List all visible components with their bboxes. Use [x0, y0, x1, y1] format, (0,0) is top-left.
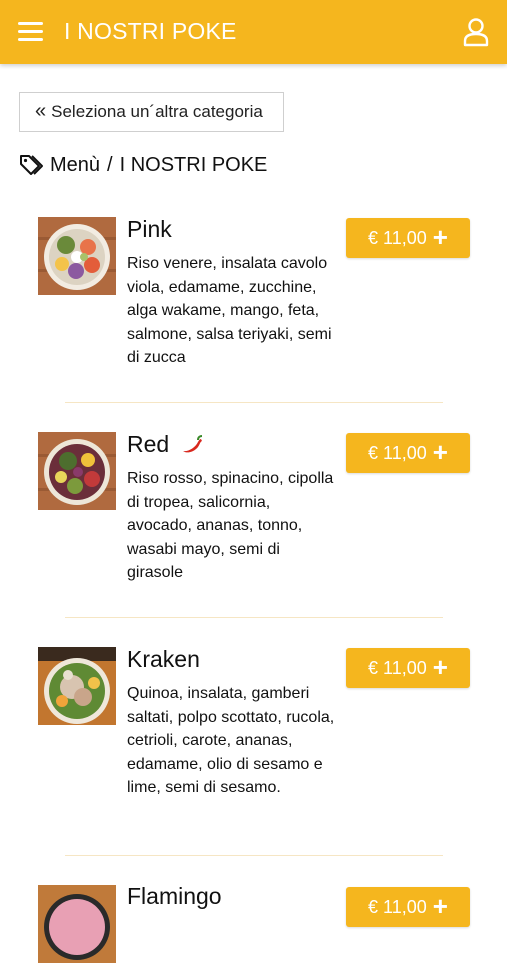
back-button-label: Seleziona un´altra categoria: [51, 102, 263, 121]
poke-bowl-photo: [38, 647, 116, 725]
double-chevron-left-icon: «: [35, 100, 47, 122]
breadcrumb-separator: /: [107, 153, 113, 176]
add-to-cart-button[interactable]: € 11,00 +: [346, 433, 470, 473]
poke-bowl-photo: [38, 885, 116, 963]
back-to-categories-button[interactable]: « Seleziona un´altra categoria: [19, 92, 284, 132]
plus-icon: +: [432, 222, 448, 252]
add-to-cart-button[interactable]: € 11,00 +: [346, 887, 470, 927]
item-divider: [65, 402, 443, 403]
poke-bowl-photo: [38, 432, 116, 510]
item-name: Kraken: [127, 646, 200, 672]
breadcrumb-root[interactable]: Menù: [50, 154, 100, 177]
item-description: Quinoa, insalata, gamberi saltati, polpo…: [127, 685, 335, 796]
chili-pepper-icon: [182, 435, 202, 453]
add-to-cart-button[interactable]: € 11,00 +: [346, 648, 470, 688]
menu-icon[interactable]: [18, 22, 43, 42]
item-description: Riso rosso, spinacino, cipolla di tropea…: [127, 470, 334, 581]
item-divider: [65, 855, 443, 856]
add-to-cart-button[interactable]: € 11,00 +: [346, 218, 470, 258]
item-divider: [65, 617, 443, 618]
item-name: Pink: [127, 216, 172, 242]
top-app-bar: I NOSTRI POKE: [0, 0, 507, 64]
breadcrumb: Menù / I NOSTRI POKE: [19, 151, 267, 179]
item-name: Flamingo: [127, 883, 222, 909]
poke-bowl-photo: [38, 217, 116, 295]
item-price: € 11,00: [368, 227, 427, 248]
plus-icon: +: [432, 891, 448, 921]
item-name: Red: [127, 431, 170, 457]
user-icon[interactable]: [463, 17, 489, 47]
item-name-row: Red: [127, 431, 204, 458]
item-description: Riso venere, insalata cavolo viola, edam…: [127, 255, 332, 366]
page-title: I NOSTRI POKE: [64, 18, 237, 44]
plus-icon: +: [432, 437, 448, 467]
item-price: € 11,00: [368, 442, 427, 463]
breadcrumb-current: I NOSTRI POKE: [119, 153, 268, 176]
plus-icon: +: [432, 652, 448, 682]
tags-icon: [20, 155, 43, 175]
item-price: € 11,00: [368, 657, 427, 678]
